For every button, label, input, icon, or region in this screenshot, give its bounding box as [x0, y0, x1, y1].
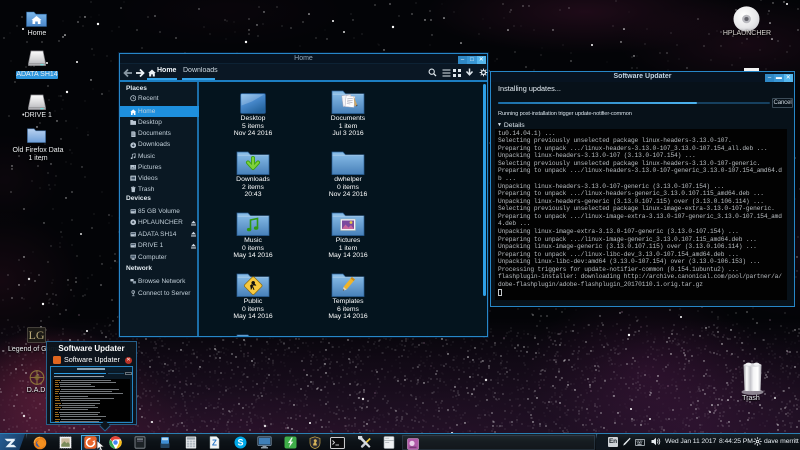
svg-text:LG: LG: [29, 328, 45, 342]
